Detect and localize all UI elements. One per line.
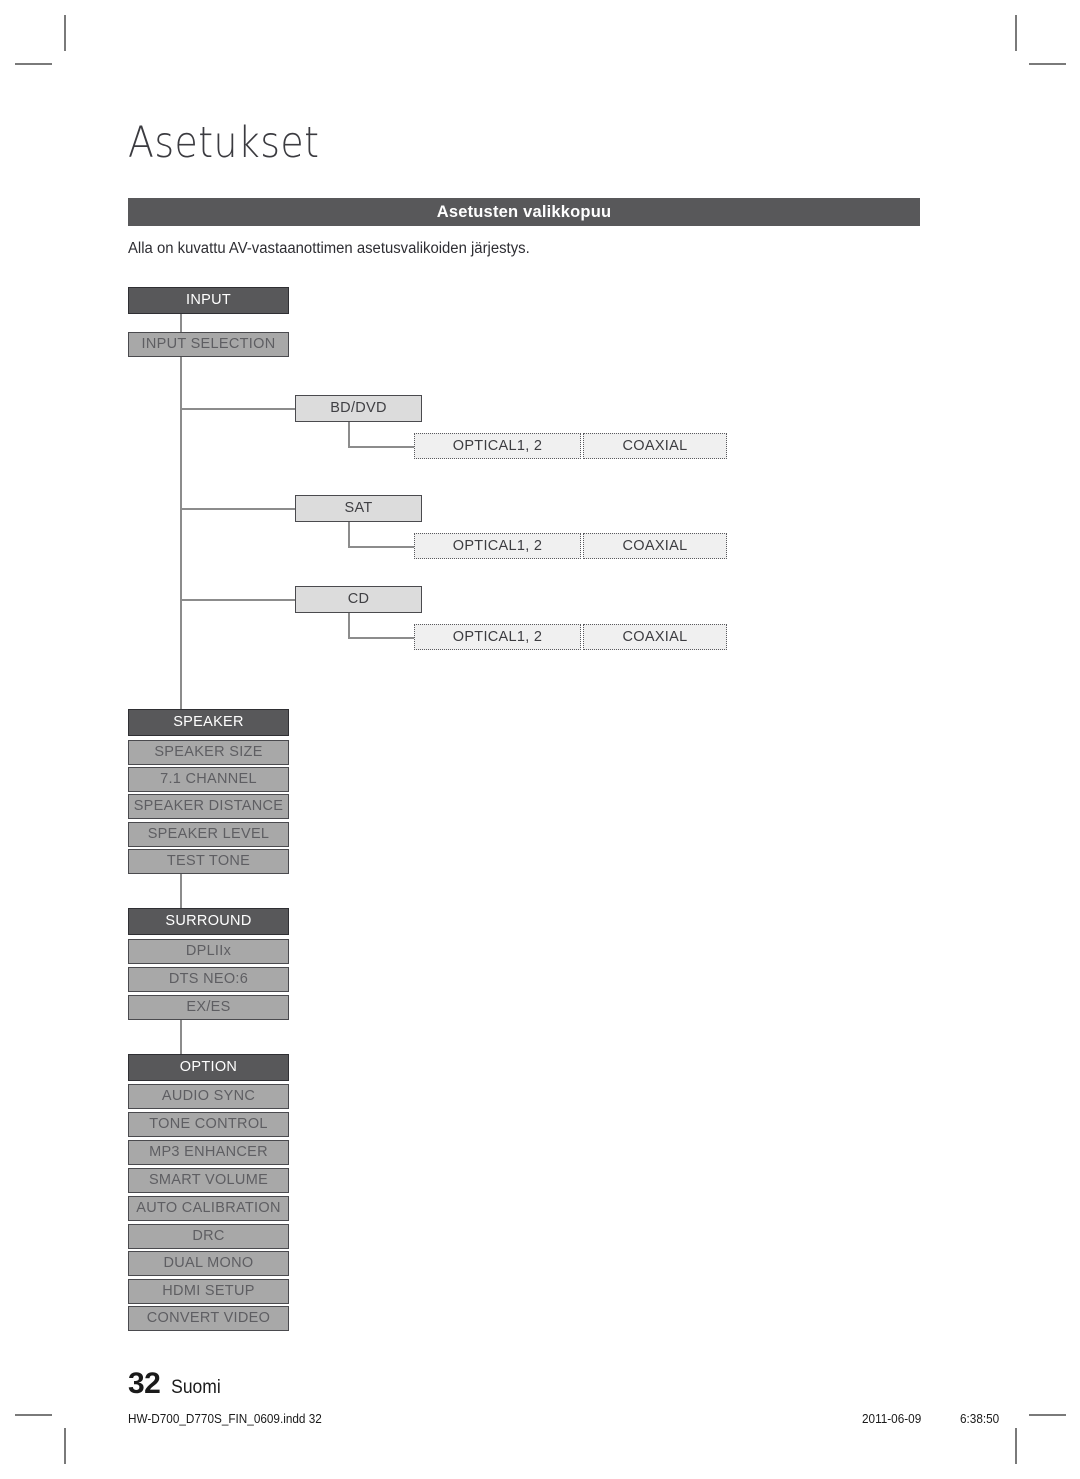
- node-speaker-size-label: SPEAKER SIZE: [154, 744, 263, 761]
- node-speaker-label: SPEAKER: [173, 714, 244, 731]
- node-speaker-test-tone-label: TEST TONE: [166, 853, 251, 870]
- node-speaker-level-label: SPEAKER LEVEL: [147, 826, 270, 843]
- node-option-auto-calibration: AUTO CALIBRATION: [128, 1196, 289, 1221]
- node-option: OPTION: [128, 1054, 289, 1081]
- connector-sat-down: [348, 522, 350, 548]
- node-surround-label: SURROUND: [165, 913, 252, 930]
- imprint-filename: HW-D700_D770S_FIN_0609.indd 32: [128, 1412, 322, 1426]
- node-bd-dvd-optical: OPTICAL1, 2: [414, 433, 581, 459]
- branch-line-cd: [180, 599, 297, 601]
- node-bd-dvd: BD/DVD: [295, 395, 422, 422]
- node-option-convert-video-label: CONVERT VIDEO: [146, 1310, 271, 1327]
- node-option-mp3-enhancer: MP3 ENHANCER: [128, 1140, 289, 1165]
- node-option-smart-volume-label: SMART VOLUME: [148, 1172, 269, 1189]
- node-option-drc: DRC: [128, 1224, 289, 1249]
- node-option-hdmi-setup-label: HDMI SETUP: [162, 1283, 255, 1300]
- node-bd-dvd-coaxial-label: COAXIAL: [622, 437, 688, 454]
- settings-menu-tree-diagram: INPUT INPUT SELECTION BD/DVD OPTICAL1, 2…: [0, 0, 1080, 1479]
- node-option-tone-control: TONE CONTROL: [128, 1112, 289, 1137]
- node-sat-optical: OPTICAL1, 2: [414, 533, 581, 559]
- connector-bd-dvd-down: [348, 422, 350, 448]
- folio-language: Suomi: [171, 1377, 222, 1398]
- imprint-time: 6:38:50: [960, 1412, 1000, 1426]
- node-speaker-level: SPEAKER LEVEL: [128, 822, 289, 847]
- node-option-dual-mono-label: DUAL MONO: [163, 1255, 254, 1272]
- node-option-convert-video: CONVERT VIDEO: [128, 1306, 289, 1331]
- page-folio: 32 Suomi: [128, 1367, 223, 1401]
- branch-line-bd-dvd: [180, 408, 297, 410]
- node-option-smart-volume: SMART VOLUME: [128, 1168, 289, 1193]
- connector-input-to-selection: [180, 314, 182, 332]
- folio-page-number: 32: [128, 1367, 161, 1400]
- node-bd-dvd-optical-label: OPTICAL1, 2: [452, 437, 543, 454]
- imprint-date: 2011-06-09: [862, 1412, 922, 1426]
- node-speaker-71-channel-label: 7.1 CHANNEL: [160, 771, 257, 788]
- node-sat-label: SAT: [344, 500, 373, 517]
- node-input-selection: INPUT SELECTION: [128, 332, 289, 357]
- node-option-audio-sync-label: AUDIO SYNC: [161, 1088, 256, 1105]
- node-option-mp3-enhancer-label: MP3 ENHANCER: [149, 1144, 268, 1161]
- connector-cd-to-options: [348, 637, 416, 639]
- node-sat: SAT: [295, 495, 422, 522]
- node-input-selection-label: INPUT SELECTION: [141, 336, 276, 353]
- node-input: INPUT: [128, 287, 289, 314]
- trunk-speaker-to-surround: [180, 874, 182, 908]
- node-surround-ex-es-label: EX/ES: [186, 999, 231, 1016]
- node-cd-coaxial-label: COAXIAL: [622, 628, 688, 645]
- node-bd-dvd-coaxial: COAXIAL: [583, 433, 727, 459]
- node-cd-optical: OPTICAL1, 2: [414, 624, 581, 650]
- node-surround-dpliix-label: DPLIIx: [185, 943, 232, 960]
- node-surround-ex-es: EX/ES: [128, 995, 289, 1020]
- node-speaker-71-channel: 7.1 CHANNEL: [128, 767, 289, 792]
- node-option-drc-label: DRC: [192, 1228, 225, 1245]
- node-cd-coaxial: COAXIAL: [583, 624, 727, 650]
- node-speaker-size: SPEAKER SIZE: [128, 740, 289, 765]
- node-surround: SURROUND: [128, 908, 289, 935]
- node-input-label: INPUT: [186, 292, 231, 309]
- node-cd: CD: [295, 586, 422, 613]
- node-surround-dts-neo6-label: DTS NEO:6: [168, 971, 249, 988]
- node-sat-coaxial: COAXIAL: [583, 533, 727, 559]
- node-option-audio-sync: AUDIO SYNC: [128, 1084, 289, 1109]
- node-sat-optical-label: OPTICAL1, 2: [452, 537, 543, 554]
- node-cd-label: CD: [347, 591, 370, 608]
- trunk-input-main: [180, 357, 182, 712]
- node-sat-coaxial-label: COAXIAL: [622, 537, 688, 554]
- connector-sat-to-options: [348, 546, 416, 548]
- node-surround-dpliix: DPLIIx: [128, 939, 289, 964]
- node-option-dual-mono: DUAL MONO: [128, 1251, 289, 1276]
- node-speaker-test-tone: TEST TONE: [128, 849, 289, 874]
- node-option-hdmi-setup: HDMI SETUP: [128, 1279, 289, 1304]
- node-bd-dvd-label: BD/DVD: [330, 400, 387, 417]
- node-option-label: OPTION: [179, 1059, 238, 1076]
- node-option-tone-control-label: TONE CONTROL: [149, 1116, 268, 1133]
- node-speaker-distance: SPEAKER DISTANCE: [128, 794, 289, 819]
- node-speaker-distance-label: SPEAKER DISTANCE: [133, 798, 284, 815]
- node-speaker: SPEAKER: [128, 709, 289, 736]
- connector-cd-down: [348, 613, 350, 639]
- branch-line-sat: [180, 508, 297, 510]
- node-surround-dts-neo6: DTS NEO:6: [128, 967, 289, 992]
- node-option-auto-calibration-label: AUTO CALIBRATION: [136, 1200, 281, 1217]
- connector-bd-dvd-to-options: [348, 446, 416, 448]
- node-cd-optical-label: OPTICAL1, 2: [452, 628, 543, 645]
- trunk-surround-to-option: [180, 1020, 182, 1054]
